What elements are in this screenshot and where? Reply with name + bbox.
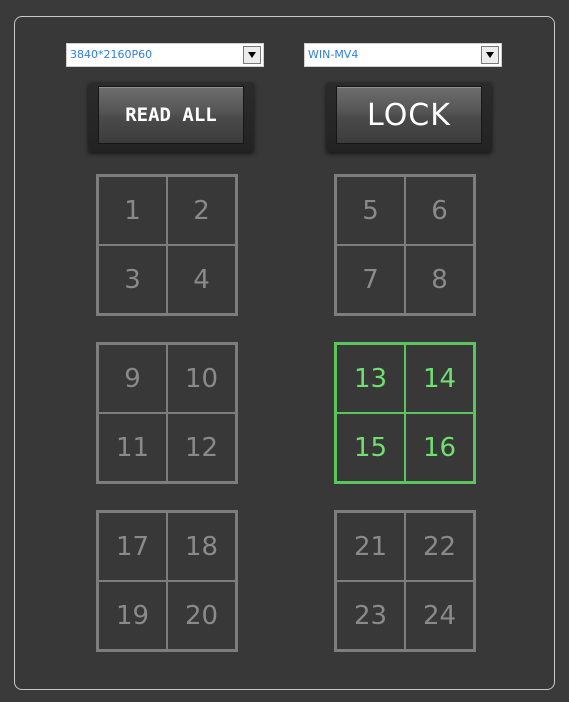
window-cell[interactable]: 4 bbox=[167, 245, 236, 314]
window-group-5: 17 18 19 20 bbox=[96, 510, 238, 652]
read-all-button-frame: READ ALL bbox=[88, 82, 254, 152]
window-cell[interactable]: 15 bbox=[336, 413, 405, 482]
window-cell[interactable]: 12 bbox=[167, 413, 236, 482]
window-group-3: 9 10 11 12 bbox=[96, 342, 238, 484]
window-cell[interactable]: 24 bbox=[405, 581, 474, 650]
lock-button-frame: LOCK bbox=[326, 82, 492, 152]
window-cell[interactable]: 13 bbox=[336, 344, 405, 413]
resolution-value: 3840*2160P60 bbox=[70, 48, 153, 61]
read-all-label: READ ALL bbox=[125, 104, 217, 126]
window-group-1: 1 2 3 4 bbox=[96, 174, 238, 316]
window-cell[interactable]: 3 bbox=[98, 245, 167, 314]
window-cell[interactable]: 7 bbox=[336, 245, 405, 314]
window-cell[interactable]: 20 bbox=[167, 581, 236, 650]
window-cell[interactable]: 2 bbox=[167, 176, 236, 245]
window-cell[interactable]: 6 bbox=[405, 176, 474, 245]
window-cell[interactable]: 10 bbox=[167, 344, 236, 413]
window-cell[interactable]: 9 bbox=[98, 344, 167, 413]
window-group-4-selected: 13 14 15 16 bbox=[334, 342, 476, 484]
resolution-dropdown[interactable]: 3840*2160P60 bbox=[66, 43, 264, 67]
window-group-2: 5 6 7 8 bbox=[334, 174, 476, 316]
window-cell[interactable]: 5 bbox=[336, 176, 405, 245]
chevron-down-icon[interactable] bbox=[243, 46, 261, 64]
window-cell[interactable]: 18 bbox=[167, 512, 236, 581]
chevron-down-icon[interactable] bbox=[481, 46, 499, 64]
window-cell[interactable]: 23 bbox=[336, 581, 405, 650]
read-all-button[interactable]: READ ALL bbox=[98, 86, 244, 144]
window-cell[interactable]: 16 bbox=[405, 413, 474, 482]
mode-dropdown[interactable]: WIN-MV4 bbox=[304, 43, 502, 67]
window-cell[interactable]: 17 bbox=[98, 512, 167, 581]
window-cell[interactable]: 11 bbox=[98, 413, 167, 482]
window-cell[interactable]: 1 bbox=[98, 176, 167, 245]
window-cell[interactable]: 21 bbox=[336, 512, 405, 581]
lock-button[interactable]: LOCK bbox=[336, 86, 482, 144]
window-cell[interactable]: 22 bbox=[405, 512, 474, 581]
window-cell[interactable]: 19 bbox=[98, 581, 167, 650]
window-group-6: 21 22 23 24 bbox=[334, 510, 476, 652]
mode-value: WIN-MV4 bbox=[308, 48, 359, 61]
lock-label: LOCK bbox=[367, 97, 451, 133]
window-cell[interactable]: 14 bbox=[405, 344, 474, 413]
window-cell[interactable]: 8 bbox=[405, 245, 474, 314]
